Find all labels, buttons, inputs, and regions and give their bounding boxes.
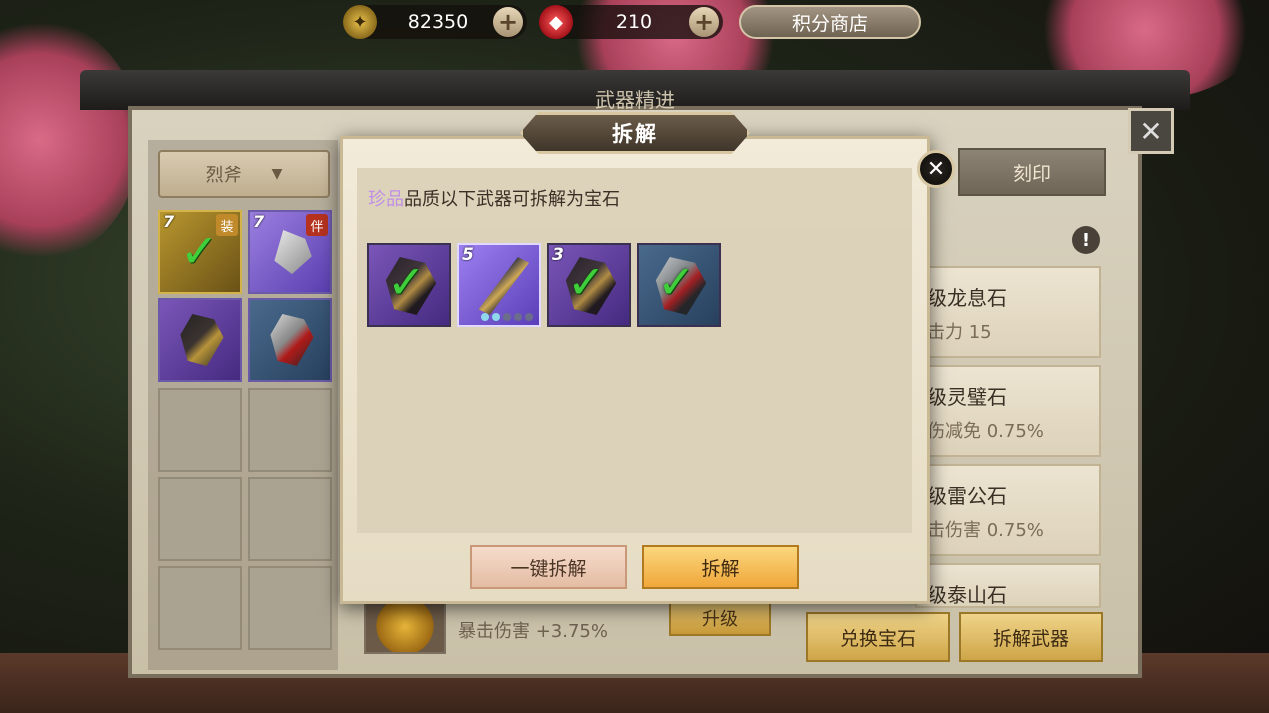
- empty-slot[interactable]: [158, 566, 242, 650]
- gem-name: 级雷公石: [927, 484, 1007, 508]
- chevron-down-icon: ▼: [271, 166, 283, 182]
- empty-slot[interactable]: [248, 477, 332, 561]
- companion-tag: 伴: [306, 214, 328, 236]
- inventory-slot[interactable]: [248, 298, 332, 382]
- gem-socket-pips: [481, 313, 533, 321]
- exchange-gem-button[interactable]: 兑换宝石: [806, 612, 950, 662]
- one-click-dismantle-button[interactable]: 一键拆解: [470, 545, 627, 589]
- item-level: 7: [253, 212, 265, 231]
- gem-card[interactable]: 级龙息石 击力 15: [915, 266, 1101, 358]
- item-level: 7: [163, 212, 175, 231]
- weapon-level: 3: [552, 245, 564, 265]
- inventory-slot[interactable]: [158, 298, 242, 382]
- points-shop-button[interactable]: 积分商店: [739, 5, 921, 39]
- tab-imprint[interactable]: 刻印: [958, 148, 1106, 196]
- checkmark-icon: ✓: [180, 224, 219, 278]
- checkmark-icon: ✓: [567, 255, 606, 309]
- weapon-axe-icon: [180, 314, 224, 366]
- gem-name: 级龙息石: [927, 286, 1007, 310]
- gold-currency: ✦ 82350 +: [343, 5, 527, 39]
- empty-slot[interactable]: [158, 477, 242, 561]
- hint-text: 品质以下武器可拆解为宝石: [404, 189, 620, 210]
- modal-title: 拆解: [612, 122, 658, 146]
- gold-ticket-icon: ✦: [343, 5, 377, 39]
- weapon-slot[interactable]: ✓: [367, 243, 451, 327]
- cherry-blossom-left: [0, 20, 140, 260]
- gem-name: 级灵璧石: [927, 385, 1007, 409]
- add-gem-button[interactable]: +: [689, 7, 719, 37]
- info-icon[interactable]: !: [1072, 226, 1100, 254]
- gold-amount: 82350: [407, 11, 469, 33]
- weapon-axe-icon: [270, 314, 314, 366]
- upgrade-button[interactable]: 升级: [669, 600, 771, 636]
- crit-damage-stat: 暴击伤害 +3.75%: [458, 621, 608, 642]
- gem-emblem-icon: [364, 598, 446, 654]
- empty-slot[interactable]: [248, 388, 332, 472]
- weapon-level: 5: [462, 245, 474, 265]
- close-icon[interactable]: ✕: [917, 150, 955, 188]
- gem-currency: ◆ 210 +: [539, 5, 723, 39]
- dismantle-hint: 珍品 品质以下武器可拆解为宝石: [357, 168, 912, 228]
- weapon-axe-icon: [274, 230, 312, 274]
- gem-card[interactable]: 级泰山石: [915, 563, 1101, 608]
- gem-amount: 210: [615, 11, 653, 33]
- checkmark-icon: ✓: [657, 255, 696, 309]
- add-gold-button[interactable]: +: [493, 7, 523, 37]
- empty-slot[interactable]: [248, 566, 332, 650]
- weapon-filter-dropdown[interactable]: 烈斧 ▼: [158, 150, 330, 198]
- weapon-spear-icon: [478, 257, 529, 315]
- modal-title-plaque: 拆解: [520, 112, 750, 154]
- equipped-tag: 装: [216, 214, 238, 236]
- gem-card[interactable]: 级灵璧石 伤减免 0.75%: [915, 365, 1101, 457]
- empty-slot[interactable]: [158, 388, 242, 472]
- weapon-slot[interactable]: 3 ✓: [547, 243, 631, 327]
- red-gem-icon: ◆: [539, 5, 573, 39]
- currency-bar: ✦ 82350 + ◆ 210 + 积分商店: [343, 4, 921, 40]
- inventory-slot[interactable]: 7 装 ✓: [158, 210, 242, 294]
- gem-stat: 击伤害 0.75%: [927, 520, 1044, 541]
- weapon-slot[interactable]: ✓: [637, 243, 721, 327]
- weapon-slot[interactable]: 5: [457, 243, 541, 327]
- dismantle-button[interactable]: 拆解: [642, 545, 799, 589]
- filter-label: 烈斧: [205, 165, 242, 186]
- gem-card[interactable]: 级雷公石 击伤害 0.75%: [915, 464, 1101, 556]
- gem-name: 级泰山石: [927, 583, 1007, 607]
- gem-stat: 击力 15: [927, 322, 992, 343]
- inventory-slot[interactable]: 7 伴: [248, 210, 332, 294]
- quality-highlight: 珍品: [368, 189, 404, 210]
- checkmark-icon: ✓: [387, 255, 426, 309]
- dismantle-weapon-button[interactable]: 拆解武器: [959, 612, 1103, 662]
- gem-stat: 伤减免 0.75%: [927, 421, 1044, 442]
- panel-close-icon[interactable]: ✕: [1128, 108, 1174, 154]
